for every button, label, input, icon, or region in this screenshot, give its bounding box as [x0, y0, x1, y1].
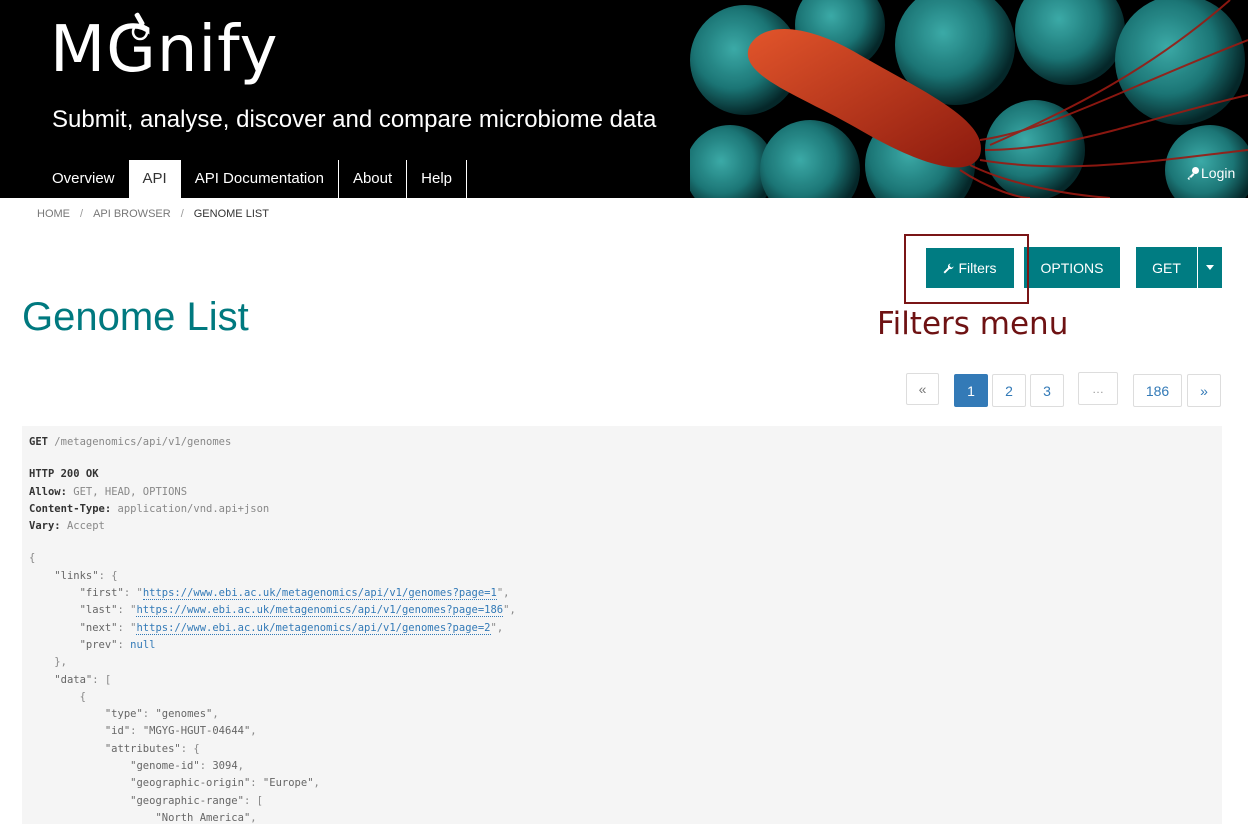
nav-item-api-documentation[interactable]: API Documentation	[181, 160, 339, 198]
json-line: "data": [	[54, 673, 112, 686]
json-line: "North America",	[155, 811, 257, 824]
get-dropdown-toggle[interactable]	[1198, 247, 1222, 288]
json-line: "prev": null	[79, 638, 156, 651]
pagination-page-2[interactable]: 2	[992, 374, 1026, 407]
logo-text: MGnify	[50, 13, 279, 87]
breadcrumb-genome-list: GENOME LIST	[193, 208, 269, 220]
request-path: /metagenomics/api/v1/genomes	[54, 436, 232, 448]
json-line: "geographic-origin": "Europe",	[130, 777, 320, 790]
mgnify-logo[interactable]: MGnify	[50, 12, 278, 82]
nav-item-help[interactable]: Help	[407, 160, 468, 198]
breadcrumb-api-browser[interactable]: API BROWSER	[93, 208, 171, 220]
masthead: MGnify Submit, analyse, discover and com…	[0, 0, 1248, 198]
breadcrumb-home[interactable]: HOME	[37, 208, 70, 220]
json-line: },	[29, 656, 67, 669]
pagination-next[interactable]: »	[1187, 374, 1221, 407]
json-line: "last": "https://www.ebi.ac.uk/metagenom…	[79, 604, 516, 618]
nav-item-api[interactable]: API	[128, 160, 181, 198]
pagination-page-3[interactable]: 3	[1030, 374, 1064, 407]
login-link[interactable]: Login	[1186, 165, 1235, 181]
breadcrumb-separator: /	[80, 208, 84, 220]
filters-menu-annotation: Filters menu	[877, 306, 1069, 342]
main-nav: Overview API API Documentation About Hel…	[38, 160, 468, 198]
nav-item-overview[interactable]: Overview	[38, 160, 129, 198]
json-line: "geographic-range": [	[130, 794, 263, 807]
tagline: Submit, analyse, discover and compare mi…	[52, 106, 657, 133]
status-line: HTTP 200 OK	[29, 468, 99, 481]
json-line: "genome-id": 3094,	[130, 760, 244, 773]
api-response-panel: GET /metagenomics/api/v1/genomes HTTP 20…	[22, 426, 1222, 824]
get-button[interactable]: GET	[1136, 247, 1197, 288]
header-content-type: Content-Type: application/vnd.api+json	[29, 502, 270, 515]
caret-down-icon	[1206, 265, 1214, 270]
header-vary: Vary: Accept	[29, 520, 105, 533]
json-line: "next": "https://www.ebi.ac.uk/metagenom…	[79, 621, 504, 635]
json-line: {	[29, 552, 36, 565]
key-icon	[1187, 167, 1199, 180]
json-line: "links": {	[54, 569, 118, 582]
pagination-prev[interactable]: «	[906, 373, 939, 405]
pagination-page-1[interactable]: 1	[954, 374, 988, 407]
request-line: GET /metagenomics/api/v1/genomes	[29, 436, 232, 448]
breadcrumb: HOME / API BROWSER / GENOME LIST	[37, 208, 269, 220]
link-last-page[interactable]: https://www.ebi.ac.uk/metagenomics/api/v…	[136, 604, 504, 618]
page-title: Genome List	[22, 295, 249, 339]
breadcrumb-separator: /	[180, 208, 184, 220]
prev-null-value: null	[130, 638, 156, 651]
login-label: Login	[1201, 165, 1236, 181]
json-line: "type": "genomes",	[104, 708, 219, 721]
link-next-page[interactable]: https://www.ebi.ac.uk/metagenomics/api/v…	[136, 621, 491, 635]
pagination-ellipsis: …	[1078, 372, 1118, 405]
microscope-logo-icon	[131, 12, 149, 41]
link-first-page[interactable]: https://www.ebi.ac.uk/metagenomics/api/v…	[142, 587, 497, 601]
pagination-last-page[interactable]: 186	[1133, 374, 1182, 407]
json-line: {	[29, 690, 86, 703]
json-line: "first": "https://www.ebi.ac.uk/metageno…	[79, 587, 510, 601]
json-line: "attributes": {	[104, 742, 200, 755]
bacteria-hero-image	[690, 0, 1248, 198]
json-line: "id": "MGYG-HGUT-04644",	[104, 725, 257, 738]
options-button[interactable]: OPTIONS	[1024, 247, 1120, 288]
header-allow: Allow: GET, HEAD, OPTIONS	[29, 485, 188, 498]
nav-item-about[interactable]: About	[339, 160, 408, 198]
filters-highlight-box	[904, 234, 1029, 304]
